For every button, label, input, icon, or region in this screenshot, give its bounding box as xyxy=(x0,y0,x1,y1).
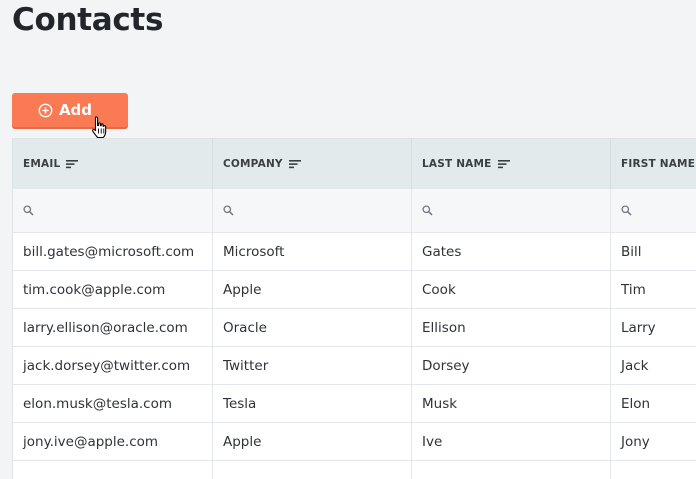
contacts-table: EMAIL COMPANY LAST NAME FIRST NAME bill.… xyxy=(12,138,696,479)
table-row[interactable] xyxy=(13,461,696,479)
filter-row xyxy=(13,189,696,233)
table-row[interactable]: elon.musk@tesla.com Tesla Musk Elon xyxy=(13,385,696,423)
company-cell: Twitter xyxy=(213,347,412,384)
first-name-cell: Larry xyxy=(611,309,696,346)
company-cell xyxy=(213,461,412,479)
table-row[interactable]: jack.dorsey@twitter.com Twitter Dorsey J… xyxy=(13,347,696,385)
email-cell xyxy=(13,461,213,479)
last-name-cell: Dorsey xyxy=(412,347,611,384)
search-icon xyxy=(621,205,632,216)
first-name-filter-input[interactable] xyxy=(611,189,696,232)
last-name-cell: Ive xyxy=(412,423,611,460)
column-header-last-name[interactable]: LAST NAME xyxy=(412,139,611,189)
column-header-label: EMAIL xyxy=(23,158,61,170)
column-header-company[interactable]: COMPANY xyxy=(213,139,412,189)
email-cell: jack.dorsey@twitter.com xyxy=(13,347,213,384)
email-cell: jony.ive@apple.com xyxy=(13,423,213,460)
last-name-cell: Musk xyxy=(412,385,611,422)
sort-icon[interactable] xyxy=(288,159,301,169)
company-cell: Microsoft xyxy=(213,233,412,270)
add-button-label: Add xyxy=(58,101,93,119)
column-header-label: LAST NAME xyxy=(422,158,492,170)
first-name-cell: Elon xyxy=(611,385,696,422)
column-header-label: FIRST NAME xyxy=(621,158,696,170)
email-cell: elon.musk@tesla.com xyxy=(13,385,213,422)
sort-icon[interactable] xyxy=(66,159,79,169)
company-cell: Apple xyxy=(213,423,412,460)
email-cell: tim.cook@apple.com xyxy=(13,271,213,308)
plus-circle-icon xyxy=(38,103,53,117)
last-name-cell: Ellison xyxy=(412,309,611,346)
column-header-email[interactable]: EMAIL xyxy=(13,139,213,189)
first-name-cell: Bill xyxy=(611,233,696,270)
table-header-row: EMAIL COMPANY LAST NAME FIRST NAME xyxy=(13,139,696,189)
table-row[interactable]: bill.gates@microsoft.com Microsoft Gates… xyxy=(13,233,696,271)
last-name-cell: Gates xyxy=(412,233,611,270)
search-icon xyxy=(422,205,433,216)
column-header-label: COMPANY xyxy=(223,158,283,170)
first-name-cell: Jony xyxy=(611,423,696,460)
company-cell: Tesla xyxy=(213,385,412,422)
sort-icon[interactable] xyxy=(497,159,510,169)
search-icon xyxy=(23,205,34,216)
email-filter-input[interactable] xyxy=(13,189,213,232)
page-title: Contacts xyxy=(12,2,164,38)
last-name-cell xyxy=(412,461,611,479)
table-row[interactable]: larry.ellison@oracle.com Oracle Ellison … xyxy=(13,309,696,347)
company-cell: Apple xyxy=(213,271,412,308)
last-name-filter-input[interactable] xyxy=(412,189,611,232)
email-cell: larry.ellison@oracle.com xyxy=(13,309,213,346)
email-cell: bill.gates@microsoft.com xyxy=(13,233,213,270)
first-name-cell: Jack xyxy=(611,347,696,384)
last-name-cell: Cook xyxy=(412,271,611,308)
add-button[interactable]: Add xyxy=(12,93,128,127)
first-name-cell xyxy=(611,461,696,479)
table-row[interactable]: jony.ive@apple.com Apple Ive Jony xyxy=(13,423,696,461)
column-header-first-name[interactable]: FIRST NAME xyxy=(611,139,696,189)
first-name-cell: Tim xyxy=(611,271,696,308)
hand-pointer-icon xyxy=(92,116,107,139)
company-filter-input[interactable] xyxy=(213,189,412,232)
table-row[interactable]: tim.cook@apple.com Apple Cook Tim xyxy=(13,271,696,309)
search-icon xyxy=(223,205,234,216)
company-cell: Oracle xyxy=(213,309,412,346)
